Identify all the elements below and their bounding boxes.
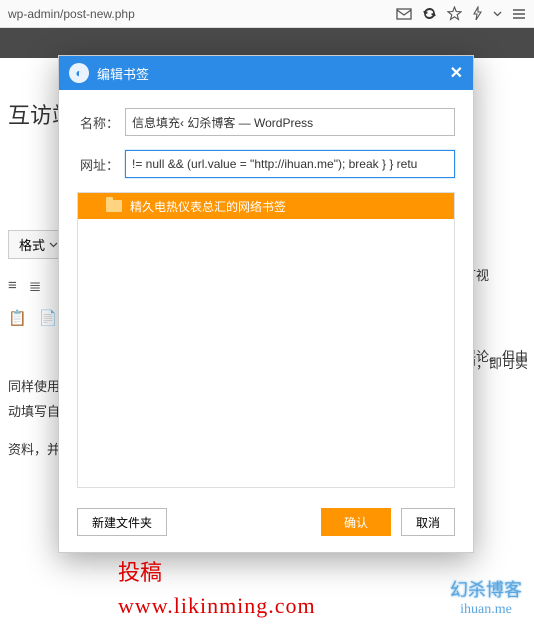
modal-footer: 新建文件夹 确认 取消: [59, 498, 473, 552]
name-input[interactable]: [125, 108, 455, 136]
star-icon[interactable]: [447, 6, 462, 21]
url-text[interactable]: wp-admin/post-new.php: [8, 7, 396, 21]
folder-item-selected[interactable]: 精久电热仪表总汇的网络书签: [78, 193, 454, 219]
align-justify-icon[interactable]: ≣: [29, 277, 42, 295]
modal-body: 名称： 网址： 精久电热仪表总汇的网络书签: [59, 90, 473, 498]
wm2-line1: 幻杀博客: [450, 576, 522, 602]
folder-tree[interactable]: 精久电热仪表总汇的网络书签: [77, 192, 455, 488]
bolt-icon[interactable]: [472, 6, 483, 21]
menu-icon[interactable]: [512, 8, 526, 20]
mail-icon[interactable]: [396, 7, 412, 21]
browser-tabbar: [0, 28, 534, 58]
align-left-icon[interactable]: ≡: [8, 277, 17, 295]
paste-icon[interactable]: 📄: [39, 309, 58, 327]
url-input[interactable]: [125, 150, 455, 178]
chevron-down-icon: [49, 240, 58, 249]
new-folder-button[interactable]: 新建文件夹: [77, 508, 167, 536]
close-icon[interactable]: ✕: [450, 63, 463, 83]
chevron-down-icon[interactable]: [493, 9, 502, 18]
clipboard-icon[interactable]: 📋: [8, 309, 27, 327]
browser-logo-icon: ◐: [69, 63, 89, 83]
name-row: 名称：: [77, 108, 455, 136]
cancel-button[interactable]: 取消: [401, 508, 455, 536]
ok-button[interactable]: 确认: [321, 508, 391, 536]
edit-bookmark-modal: ◐ 编辑书签 ✕ 名称： 网址： 精久电热仪表总汇的网络书签 新建文件夹 确认 …: [58, 55, 474, 553]
refresh-icon[interactable]: [422, 6, 437, 21]
url-row: 网址：: [77, 150, 455, 178]
wm1-line2: www.likinming.com: [118, 589, 316, 622]
folder-label: 精久电热仪表总汇的网络书签: [130, 198, 286, 215]
folder-icon: [106, 200, 122, 212]
modal-title: 编辑书签: [97, 64, 450, 83]
browser-address-bar: wp-admin/post-new.php: [0, 0, 534, 28]
wm1-line1: 投稿: [118, 556, 316, 589]
browser-icons: [396, 6, 526, 21]
watermark-ihuan: 幻杀博客 ihuan.me: [450, 576, 522, 618]
wm2-line2: ihuan.me: [450, 602, 522, 618]
format-label: 格式: [19, 235, 45, 254]
modal-header: ◐ 编辑书签 ✕: [59, 56, 473, 90]
name-label: 名称：: [77, 113, 125, 132]
url-label: 网址：: [77, 155, 125, 174]
watermark-likinming: 投稿 www.likinming.com: [118, 556, 316, 622]
